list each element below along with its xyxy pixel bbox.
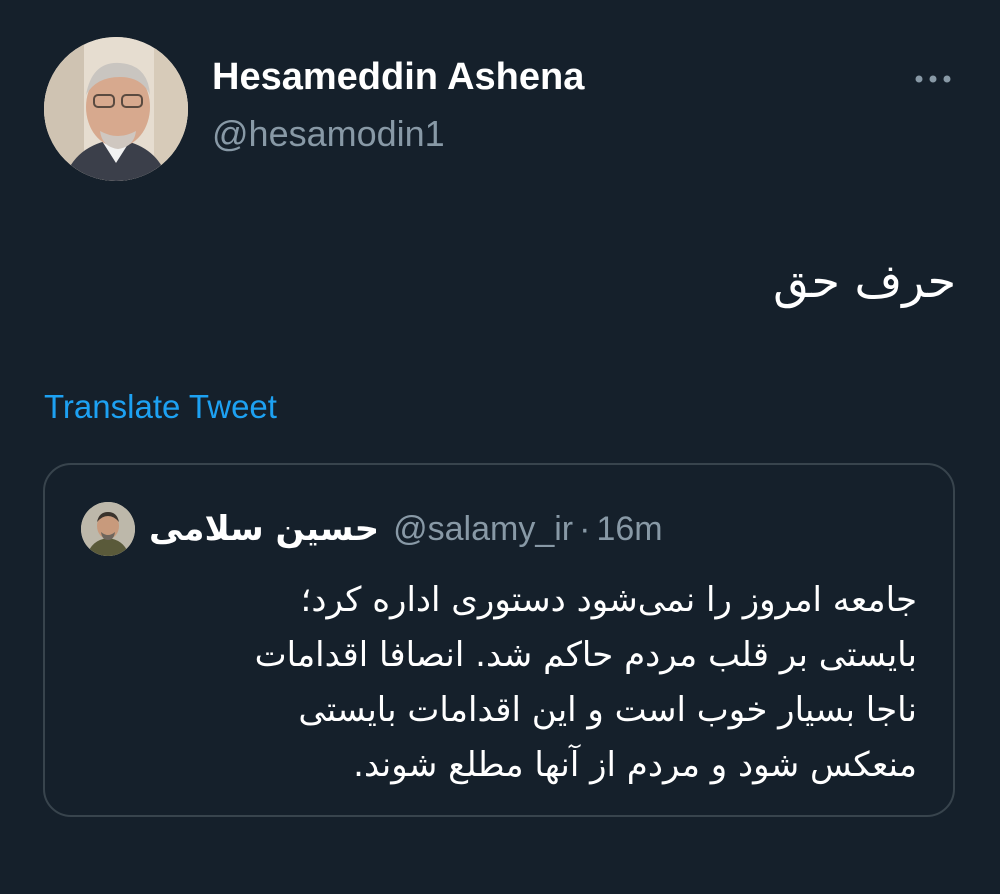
more-dots-icon — [915, 75, 951, 83]
author-avatar[interactable] — [44, 37, 188, 181]
quoted-author-avatar[interactable] — [81, 502, 135, 556]
quoted-tweet-text: جامعه امروز را نمی‌شود دستوری اداره کرد؛… — [77, 573, 917, 793]
author-handle[interactable]: @hesamodin1 — [212, 113, 445, 155]
quoted-author-name[interactable]: حسین سلامی — [149, 509, 379, 549]
translate-tweet-link[interactable]: Translate Tweet — [44, 388, 277, 426]
author-display-name[interactable]: Hesameddin Ashena — [212, 56, 584, 99]
quoted-tweet-card[interactable]: حسین سلامی @salamy_ir · 16m جامعه امروز … — [43, 463, 955, 817]
quoted-author-handle[interactable]: @salamy_ir — [393, 510, 573, 549]
more-options-button[interactable] — [912, 66, 954, 92]
quoted-tweet-time[interactable]: 16m — [596, 510, 662, 549]
user-photo-icon — [44, 37, 188, 181]
user-photo-icon — [81, 502, 135, 556]
quoted-text-line: منعکس شود و مردم از آنها مطلع شوند. — [353, 745, 917, 785]
separator-dot: · — [579, 509, 591, 548]
tweet: Hesameddin Ashena @hesamodin1 حرف حق Tra… — [0, 0, 1000, 894]
quoted-text-line: ناجا بسیار خوب است و این اقدامات بایستی — [298, 690, 917, 730]
tweet-text: حرف حق — [773, 254, 956, 308]
quoted-tweet-header: حسین سلامی @salamy_ir · 16m — [81, 501, 663, 557]
quoted-text-line: بایستی بر قلب مردم حاکم شد. انصافا اقدام… — [254, 635, 917, 675]
quoted-text-line: جامعه امروز را نمی‌شود دستوری اداره کرد؛ — [300, 580, 917, 620]
